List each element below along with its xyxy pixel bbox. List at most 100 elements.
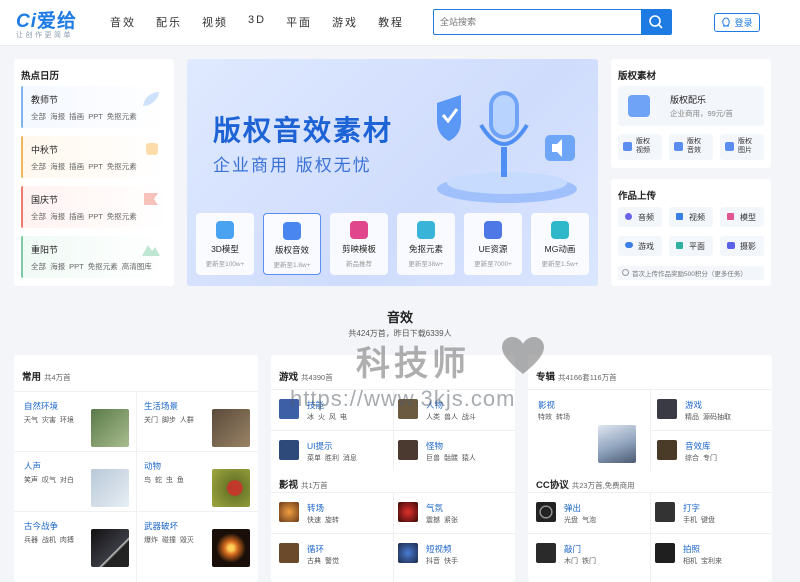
upload-photo[interactable]: 摄影 xyxy=(720,236,764,256)
hero-banner[interactable]: 版权音效素材 企业商用 版权无忧 3D模型 更新至100w+ 版权音效 更新至1… xyxy=(187,59,598,286)
nav-item-video[interactable]: 视频 xyxy=(202,14,228,30)
hot-item-tags[interactable]: 全部 海报 PPT 免抠元素 高清图库 xyxy=(31,261,152,272)
category-war[interactable]: 古今战争 xyxy=(24,520,58,532)
copyright-sound-button[interactable]: 版权音效 xyxy=(669,134,713,160)
image-icon xyxy=(676,242,683,249)
upload-game[interactable]: 游戏 xyxy=(618,236,662,256)
nav-item-3d[interactable]: 3D xyxy=(248,14,266,30)
search-input[interactable] xyxy=(440,14,630,30)
album-tags[interactable]: 综合 专门 xyxy=(685,453,717,463)
category-tags[interactable]: 冰 火 风 电 xyxy=(307,412,347,422)
category-tags[interactable]: 巨兽 骷髅 猿人 xyxy=(426,453,476,463)
nav-item-game[interactable]: 游戏 xyxy=(332,14,358,30)
category-animal[interactable]: 动物 xyxy=(144,460,161,472)
nature-thumbnail[interactable] xyxy=(91,409,129,447)
atmosphere-thumbnail[interactable] xyxy=(398,502,418,522)
album-library[interactable]: 音效库 xyxy=(685,440,711,452)
cc-popup[interactable]: 弹出 xyxy=(564,502,581,514)
category-weapon[interactable]: 武器破坏 xyxy=(144,520,178,532)
category-tags[interactable]: 笑声 叹气 对白 xyxy=(24,475,74,485)
category-atmosphere[interactable]: 气氛 xyxy=(426,502,443,514)
nav-item-graphic[interactable]: 平面 xyxy=(286,14,312,30)
category-tags[interactable]: 菜单 胜利 消息 xyxy=(307,453,357,463)
album-film[interactable]: 影视 xyxy=(538,399,555,411)
category-tags[interactable]: 关门 脚步 人群 xyxy=(144,415,194,425)
tile-mg-animation[interactable]: MG动画 更新至1.5w+ xyxy=(531,213,589,275)
war-thumbnail[interactable] xyxy=(91,529,129,567)
nav-item-music[interactable]: 配乐 xyxy=(156,14,182,30)
hot-item-name: 国庆节 xyxy=(31,195,59,205)
cc-photo[interactable]: 拍照 xyxy=(683,543,700,555)
voice-thumbnail[interactable] xyxy=(91,469,129,507)
category-tags[interactable]: 兵器 战机 肉搏 xyxy=(24,535,74,545)
category-tags[interactable]: 鸟 蛇 虫 鱼 xyxy=(144,475,184,485)
album-game[interactable]: 游戏 xyxy=(685,399,702,411)
tile-3d-model[interactable]: 3D模型 更新至100w+ xyxy=(196,213,254,275)
knock-thumbnail[interactable] xyxy=(536,543,556,563)
category-nature[interactable]: 自然环境 xyxy=(24,400,58,412)
category-tags[interactable]: 天气 灾害 环境 xyxy=(24,415,74,425)
category-ui[interactable]: UI提示 xyxy=(307,440,333,452)
hot-item-mid-autumn[interactable]: 中秋节 全部 海报 插画 PPT 免抠元素 xyxy=(21,136,167,178)
cc-tags[interactable]: 手机 键盘 xyxy=(683,515,715,525)
copyright-music-card[interactable]: 版权配乐 企业商用，99元/首 xyxy=(618,86,764,126)
popup-thumbnail[interactable] xyxy=(536,502,556,522)
category-tags[interactable]: 人类 兽人 战斗 xyxy=(426,412,476,422)
category-short-video[interactable]: 短视频 xyxy=(426,543,452,555)
monster-thumbnail[interactable] xyxy=(398,440,418,460)
category-voice[interactable]: 人声 xyxy=(24,460,41,472)
nav-item-tutorial[interactable]: 教程 xyxy=(378,14,404,30)
animal-thumbnail[interactable] xyxy=(212,469,250,507)
hot-item-tags[interactable]: 全部 海报 插画 PPT 免抠元素 xyxy=(31,211,137,222)
copyright-image-button[interactable]: 版权图片 xyxy=(720,134,764,160)
album-library-thumbnail[interactable] xyxy=(657,440,677,460)
photo-thumbnail[interactable] xyxy=(655,543,675,563)
ui-thumbnail[interactable] xyxy=(279,440,299,460)
life-scene-thumbnail[interactable] xyxy=(212,409,250,447)
column-header: CC协议 共23万首,免费商用 xyxy=(536,477,635,491)
cc-typing[interactable]: 打字 xyxy=(683,502,700,514)
category-monster[interactable]: 怪物 xyxy=(426,440,443,452)
cc-tags[interactable]: 相机 宝利来 xyxy=(683,556,722,566)
tile-png-elements[interactable]: 免抠元素 更新至38w+ xyxy=(397,213,455,275)
copyright-video-button[interactable]: 版权视频 xyxy=(618,134,662,160)
hot-item-tags[interactable]: 全部 海报 插画 PPT 免抠元素 xyxy=(31,111,137,122)
category-tags[interactable]: 震撼 紧张 xyxy=(426,515,458,525)
short-video-thumbnail[interactable] xyxy=(398,543,418,563)
typing-thumbnail[interactable] xyxy=(655,502,675,522)
upload-model[interactable]: 模型 xyxy=(720,207,764,227)
upload-notice[interactable]: 首次上传作品奖励500积分（更多任务） xyxy=(618,266,764,280)
upload-graphic[interactable]: 平面 xyxy=(669,236,713,256)
tile-capcut-template[interactable]: 剪映模板 新品推荐 xyxy=(330,213,388,275)
site-logo[interactable]: Ci爱给 让创作更简单 xyxy=(16,6,96,42)
category-tags[interactable]: 快速 旋转 xyxy=(307,515,339,525)
album-tags[interactable]: 特效 转场 xyxy=(538,412,570,422)
category-tags[interactable]: 抖音 快手 xyxy=(426,556,458,566)
category-tags[interactable]: 古典 警觉 xyxy=(307,556,339,566)
category-life-scene[interactable]: 生活场景 xyxy=(144,400,178,412)
category-loop[interactable]: 循环 xyxy=(307,543,324,555)
transition-thumbnail[interactable] xyxy=(279,502,299,522)
upload-video[interactable]: 视频 xyxy=(669,207,713,227)
search-button[interactable] xyxy=(641,10,671,34)
tile-ue-resources[interactable]: UE资源 更新至7000+ xyxy=(464,213,522,275)
hot-item-national-day[interactable]: 国庆节 全部 海报 插画 PPT 免抠元素 xyxy=(21,186,167,228)
cc-tags[interactable]: 光盘 气泡 xyxy=(564,515,596,525)
hot-item-tags[interactable]: 全部 海报 插画 PPT 免抠元素 xyxy=(31,161,137,172)
music-note-icon xyxy=(628,95,650,117)
upload-audio[interactable]: 音频 xyxy=(618,207,662,227)
cc-tags[interactable]: 木门 铁门 xyxy=(564,556,596,566)
cc-knock[interactable]: 敲门 xyxy=(564,543,581,555)
login-button[interactable]: 登录 xyxy=(714,13,760,32)
category-transition[interactable]: 转场 xyxy=(307,502,324,514)
tile-copyright-sound[interactable]: 版权音效 更新至1.8w+ xyxy=(263,213,321,275)
hot-item-teachers-day[interactable]: 教师节 全部 海报 插画 PPT 免抠元素 xyxy=(21,86,167,128)
album-tags[interactable]: 精品 源码抽取 xyxy=(685,412,731,422)
nav-item-sound[interactable]: 音效 xyxy=(110,14,136,30)
hot-item-double-ninth[interactable]: 重阳节 全部 海报 PPT 免抠元素 高清图库 xyxy=(21,236,167,278)
loop-thumbnail[interactable] xyxy=(279,543,299,563)
weapon-thumbnail[interactable] xyxy=(212,529,250,567)
category-tags[interactable]: 爆炸 碰撞 毁灭 xyxy=(144,535,194,545)
album-game-thumbnail[interactable] xyxy=(657,399,677,419)
album-film-thumbnail[interactable] xyxy=(598,425,636,463)
